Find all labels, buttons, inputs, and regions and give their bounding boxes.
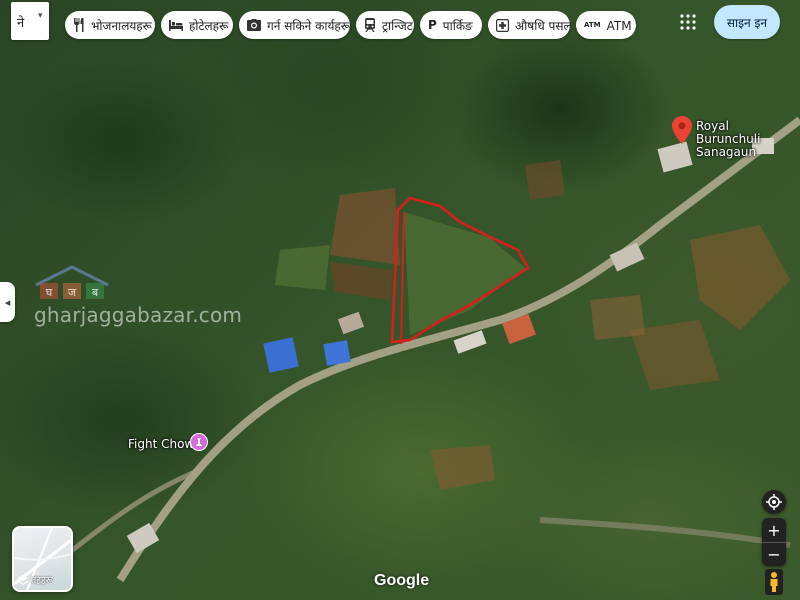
collapse-side-panel-button[interactable]: ◂ <box>0 282 15 322</box>
zoom-out-button[interactable]: − <box>762 542 786 566</box>
pharmacy-icon <box>496 18 509 32</box>
chip-label: गर्न सकिने कार्यहरू <box>267 18 350 33</box>
chevron-left-icon: ◂ <box>4 295 11 309</box>
chip-label: औषधि पसल <box>515 18 570 33</box>
satellite-map[interactable] <box>0 0 800 600</box>
chip-transit[interactable]: ट्रान्जिट <box>356 11 414 39</box>
wm-letter-3: ब <box>92 286 99 299</box>
layers-icon <box>18 574 28 585</box>
plus-icon: + <box>767 520 781 540</box>
chip-label: ATM हरू <box>606 18 636 33</box>
camera-icon <box>247 18 261 32</box>
zoom-in-button[interactable]: + <box>762 518 786 542</box>
minus-icon: − <box>767 545 781 564</box>
chip-label: ट्रान्जिट <box>382 18 413 33</box>
parking-icon: P <box>428 18 437 32</box>
chip-label: होटेलहरू <box>189 18 229 33</box>
monument-pin-icon[interactable] <box>190 433 208 451</box>
chip-parking[interactable]: P पार्किङ <box>420 11 482 39</box>
chip-atm[interactable]: ATM ATM हरू <box>576 11 636 39</box>
watermark-logo: घ ज ब <box>35 265 109 299</box>
language-menu-button[interactable]: ने ▾ <box>11 2 49 40</box>
chip-things-to-do[interactable]: गर्न सकिने कार्यहरू <box>239 11 350 39</box>
wm-letter-2: ज <box>68 286 77 299</box>
layers-label-container: तहहरू <box>18 573 53 586</box>
red-pin-icon[interactable] <box>672 116 692 144</box>
chip-restaurants[interactable]: भोजनालयहरू <box>65 11 155 39</box>
my-location-button[interactable] <box>762 490 786 514</box>
zoom-controls: + − <box>762 518 786 566</box>
layers-toggle-button[interactable]: तहहरू <box>12 526 73 592</box>
sign-in-button[interactable]: साइन इन <box>714 5 780 39</box>
chip-pharmacy[interactable]: औषधि पसल <box>488 11 570 39</box>
terrain-overlay <box>58 116 800 583</box>
google-logo: Google <box>374 572 430 589</box>
train-icon <box>364 18 376 32</box>
chip-label: पार्किङ <box>442 18 473 33</box>
language-label: ने <box>17 16 25 31</box>
crosshair-icon <box>766 494 782 510</box>
fork-knife-icon <box>73 18 85 32</box>
chevron-down-icon: ▾ <box>38 11 43 21</box>
wm-letter-1: घ <box>46 286 53 299</box>
bed-icon <box>169 18 183 32</box>
chip-hotels[interactable]: होटेलहरू <box>161 11 233 39</box>
watermark-text: gharjaggabazar.com <box>34 303 243 327</box>
layers-label: तहहरू <box>31 576 53 586</box>
place-label-royal-burunchuli[interactable]: Royal Burunchuli Sanagaun <box>696 120 796 159</box>
apps-grid-icon[interactable] <box>680 14 696 30</box>
pegman-icon[interactable] <box>765 569 783 595</box>
atm-icon: ATM <box>584 21 601 29</box>
chip-label: भोजनालयहरू <box>91 18 153 33</box>
